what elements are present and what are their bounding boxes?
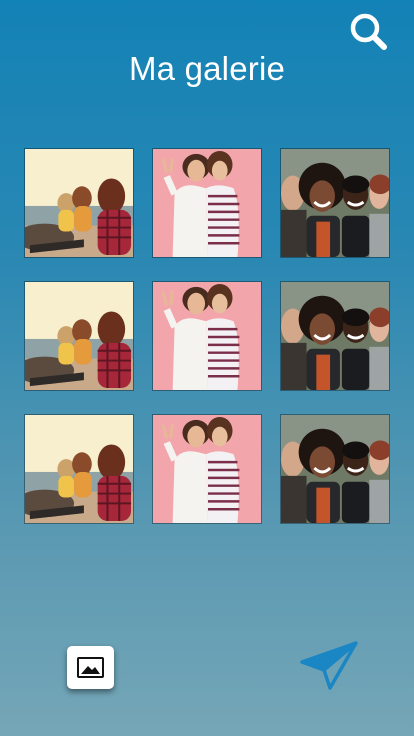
photo-thumbnail[interactable] [24,414,134,524]
open-gallery-button[interactable] [67,646,114,689]
group-selfie-photo [281,415,389,523]
photo-thumbnail[interactable] [24,281,134,391]
search-button[interactable] [349,12,389,52]
group-selfie-photo [281,149,389,257]
send-button[interactable] [300,640,358,690]
beach-friends-photo [25,149,133,257]
page-title: Ma galerie [128,50,286,87]
search-icon [350,13,387,50]
beach-friends-photo [25,415,133,523]
photo-thumbnail[interactable] [152,281,262,391]
image-icon [77,657,104,678]
photo-thumbnail[interactable] [152,148,262,258]
photo-thumbnail[interactable] [280,148,390,258]
group-selfie-photo [281,282,389,390]
two-women-pink-photo [153,282,261,390]
paper-plane-icon [300,641,358,690]
photo-thumbnail[interactable] [24,148,134,258]
beach-friends-photo [25,282,133,390]
photo-thumbnail[interactable] [152,414,262,524]
photo-thumbnail[interactable] [280,414,390,524]
two-women-pink-photo [153,415,261,523]
photo-grid [24,148,390,526]
photo-thumbnail[interactable] [280,281,390,391]
gallery-screen: Ma galerie [0,0,414,736]
two-women-pink-photo [153,149,261,257]
